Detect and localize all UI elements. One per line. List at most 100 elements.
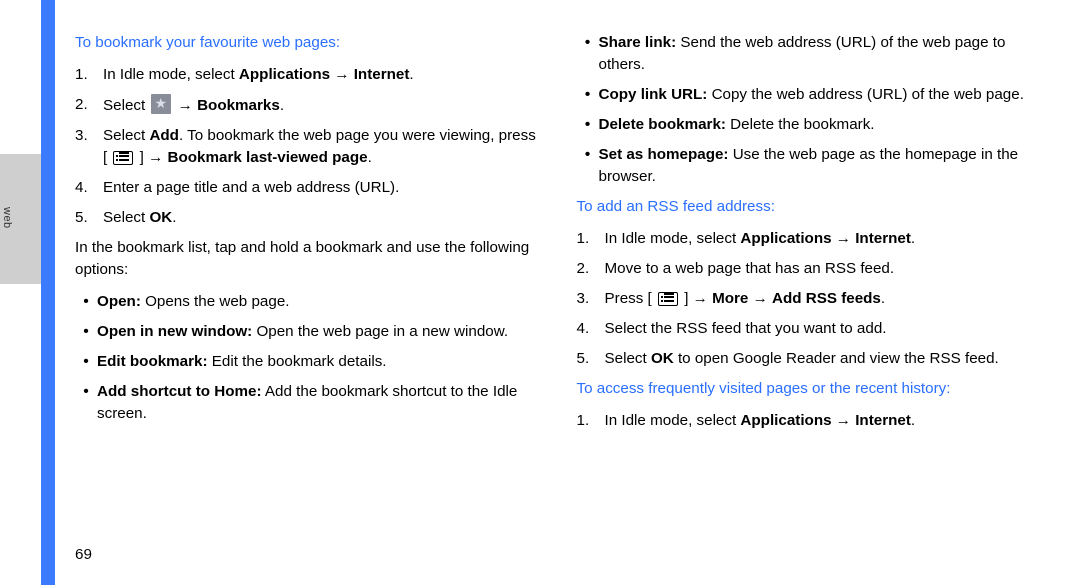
bold: OK [149, 209, 172, 226]
bold: Edit bookmark: [97, 353, 208, 370]
text: . [911, 230, 915, 247]
text: Select [103, 209, 149, 226]
text: . [409, 66, 413, 83]
step-text: Select → Bookmarks. [103, 94, 539, 117]
step-number: 2. [75, 94, 103, 117]
text: Open the web page in a new window. [252, 323, 508, 340]
bullet: • [75, 381, 97, 425]
option-text: Delete bookmark: Delete the bookmark. [599, 114, 1041, 136]
bullet: • [75, 351, 97, 373]
bullet: • [577, 84, 599, 106]
bookmark-icon [151, 94, 171, 114]
bold: Internet [855, 230, 911, 247]
page: web To bookmark your favourite web pages… [0, 0, 1080, 585]
bold: OK [651, 350, 674, 367]
step-text: Enter a page title and a web address (UR… [103, 177, 539, 199]
side-accent [41, 0, 55, 585]
bold: Add RSS feeds [772, 290, 881, 307]
list-item: •Copy link URL: Copy the web address (UR… [577, 84, 1041, 106]
options-bookmark-cont: •Share link: Send the web address (URL) … [577, 32, 1041, 188]
bold: Applications [740, 412, 831, 429]
step-number: 3. [577, 288, 605, 310]
list-item: 1.In Idle mode, select Applications → In… [577, 410, 1041, 432]
text: Select [103, 127, 149, 144]
step-text: In Idle mode, select Applications → Inte… [103, 64, 539, 86]
page-number: 69 [75, 546, 92, 563]
text: Select [605, 350, 651, 367]
bold: Open: [97, 293, 141, 310]
option-text: Edit bookmark: Edit the bookmark details… [97, 351, 539, 373]
step-number: 1. [577, 410, 605, 432]
text: Delete the bookmark. [726, 116, 875, 133]
right-column: •Share link: Send the web address (URL) … [577, 32, 1041, 561]
bold: Applications [740, 230, 831, 247]
step-number: 2. [577, 258, 605, 280]
step-text: Select the RSS feed that you want to add… [605, 318, 1041, 340]
heading-history: To access frequently visited pages or th… [577, 378, 1041, 400]
list-item: 5. Select OK. [75, 207, 539, 229]
list-item: 3.Press [ ] → More → Add RSS feeds. [577, 288, 1041, 310]
step-text: Select OK to open Google Reader and view… [605, 348, 1041, 370]
step-text: Select OK. [103, 207, 539, 229]
steps-rss: 1.In Idle mode, select Applications → In… [577, 228, 1041, 370]
text: . [911, 412, 915, 429]
menu-icon [113, 151, 133, 165]
bold: Set as homepage: [599, 146, 729, 163]
step-text: Select Add. To bookmark the web page you… [103, 125, 539, 169]
option-text: Share link: Send the web address (URL) o… [599, 32, 1041, 76]
text: ] → [135, 149, 167, 166]
step-number: 4. [577, 318, 605, 340]
list-item: 4. Enter a page title and a web address … [75, 177, 539, 199]
text: Press [ [605, 290, 656, 307]
text: → [748, 290, 772, 307]
bullet: • [577, 144, 599, 188]
text: In Idle mode, select [103, 66, 239, 83]
bold: Add shortcut to Home: [97, 383, 262, 400]
list-item: •Open in new window: Open the web page i… [75, 321, 539, 343]
list-item: •Add shortcut to Home: Add the bookmark … [75, 381, 539, 425]
option-text: Copy link URL: Copy the web address (URL… [599, 84, 1041, 106]
bold: Applications [239, 66, 330, 83]
list-item: •Delete bookmark: Delete the bookmark. [577, 114, 1041, 136]
list-item: 1. In Idle mode, select Applications → I… [75, 64, 539, 86]
list-item: 1.In Idle mode, select Applications → In… [577, 228, 1041, 250]
left-column: To bookmark your favourite web pages: 1.… [75, 32, 539, 561]
bold: Bookmark last-viewed page [168, 149, 368, 166]
content: To bookmark your favourite web pages: 1.… [75, 32, 1040, 561]
text: Select [103, 97, 149, 114]
list-item: •Edit bookmark: Edit the bookmark detail… [75, 351, 539, 373]
menu-icon [658, 292, 678, 306]
step-number: 5. [75, 207, 103, 229]
bold: Open in new window: [97, 323, 252, 340]
step-number: 5. [577, 348, 605, 370]
text: In Idle mode, select [605, 230, 741, 247]
side-label: web [1, 207, 13, 229]
bullet: • [577, 114, 599, 136]
bold: Copy link URL: [599, 86, 708, 103]
step-number: 1. [577, 228, 605, 250]
list-item: •Set as homepage: Use the web page as th… [577, 144, 1041, 188]
list-item: 2.Move to a web page that has an RSS fee… [577, 258, 1041, 280]
option-text: Open in new window: Open the web page in… [97, 321, 539, 343]
text: Opens the web page. [141, 293, 290, 310]
list-item: •Share link: Send the web address (URL) … [577, 32, 1041, 76]
bold: Internet [354, 66, 410, 83]
bullet: • [75, 321, 97, 343]
list-item: 4.Select the RSS feed that you want to a… [577, 318, 1041, 340]
list-item: 3. Select Add. To bookmark the web page … [75, 125, 539, 169]
text: Copy the web address (URL) of the web pa… [707, 86, 1024, 103]
text: Edit the bookmark details. [208, 353, 387, 370]
step-number: 1. [75, 64, 103, 86]
bold: More [712, 290, 748, 307]
step-text: Press [ ] → More → Add RSS feeds. [605, 288, 1041, 310]
option-text: Set as homepage: Use the web page as the… [599, 144, 1041, 188]
text: . [280, 97, 284, 114]
bullet: • [577, 32, 599, 76]
step-number: 4. [75, 177, 103, 199]
bold: Delete bookmark: [599, 116, 726, 133]
list-item: 2. Select → Bookmarks. [75, 94, 539, 117]
step-text: Move to a web page that has an RSS feed. [605, 258, 1041, 280]
text: → [330, 66, 354, 83]
text: . [368, 149, 372, 166]
option-text: Add shortcut to Home: Add the bookmark s… [97, 381, 539, 425]
